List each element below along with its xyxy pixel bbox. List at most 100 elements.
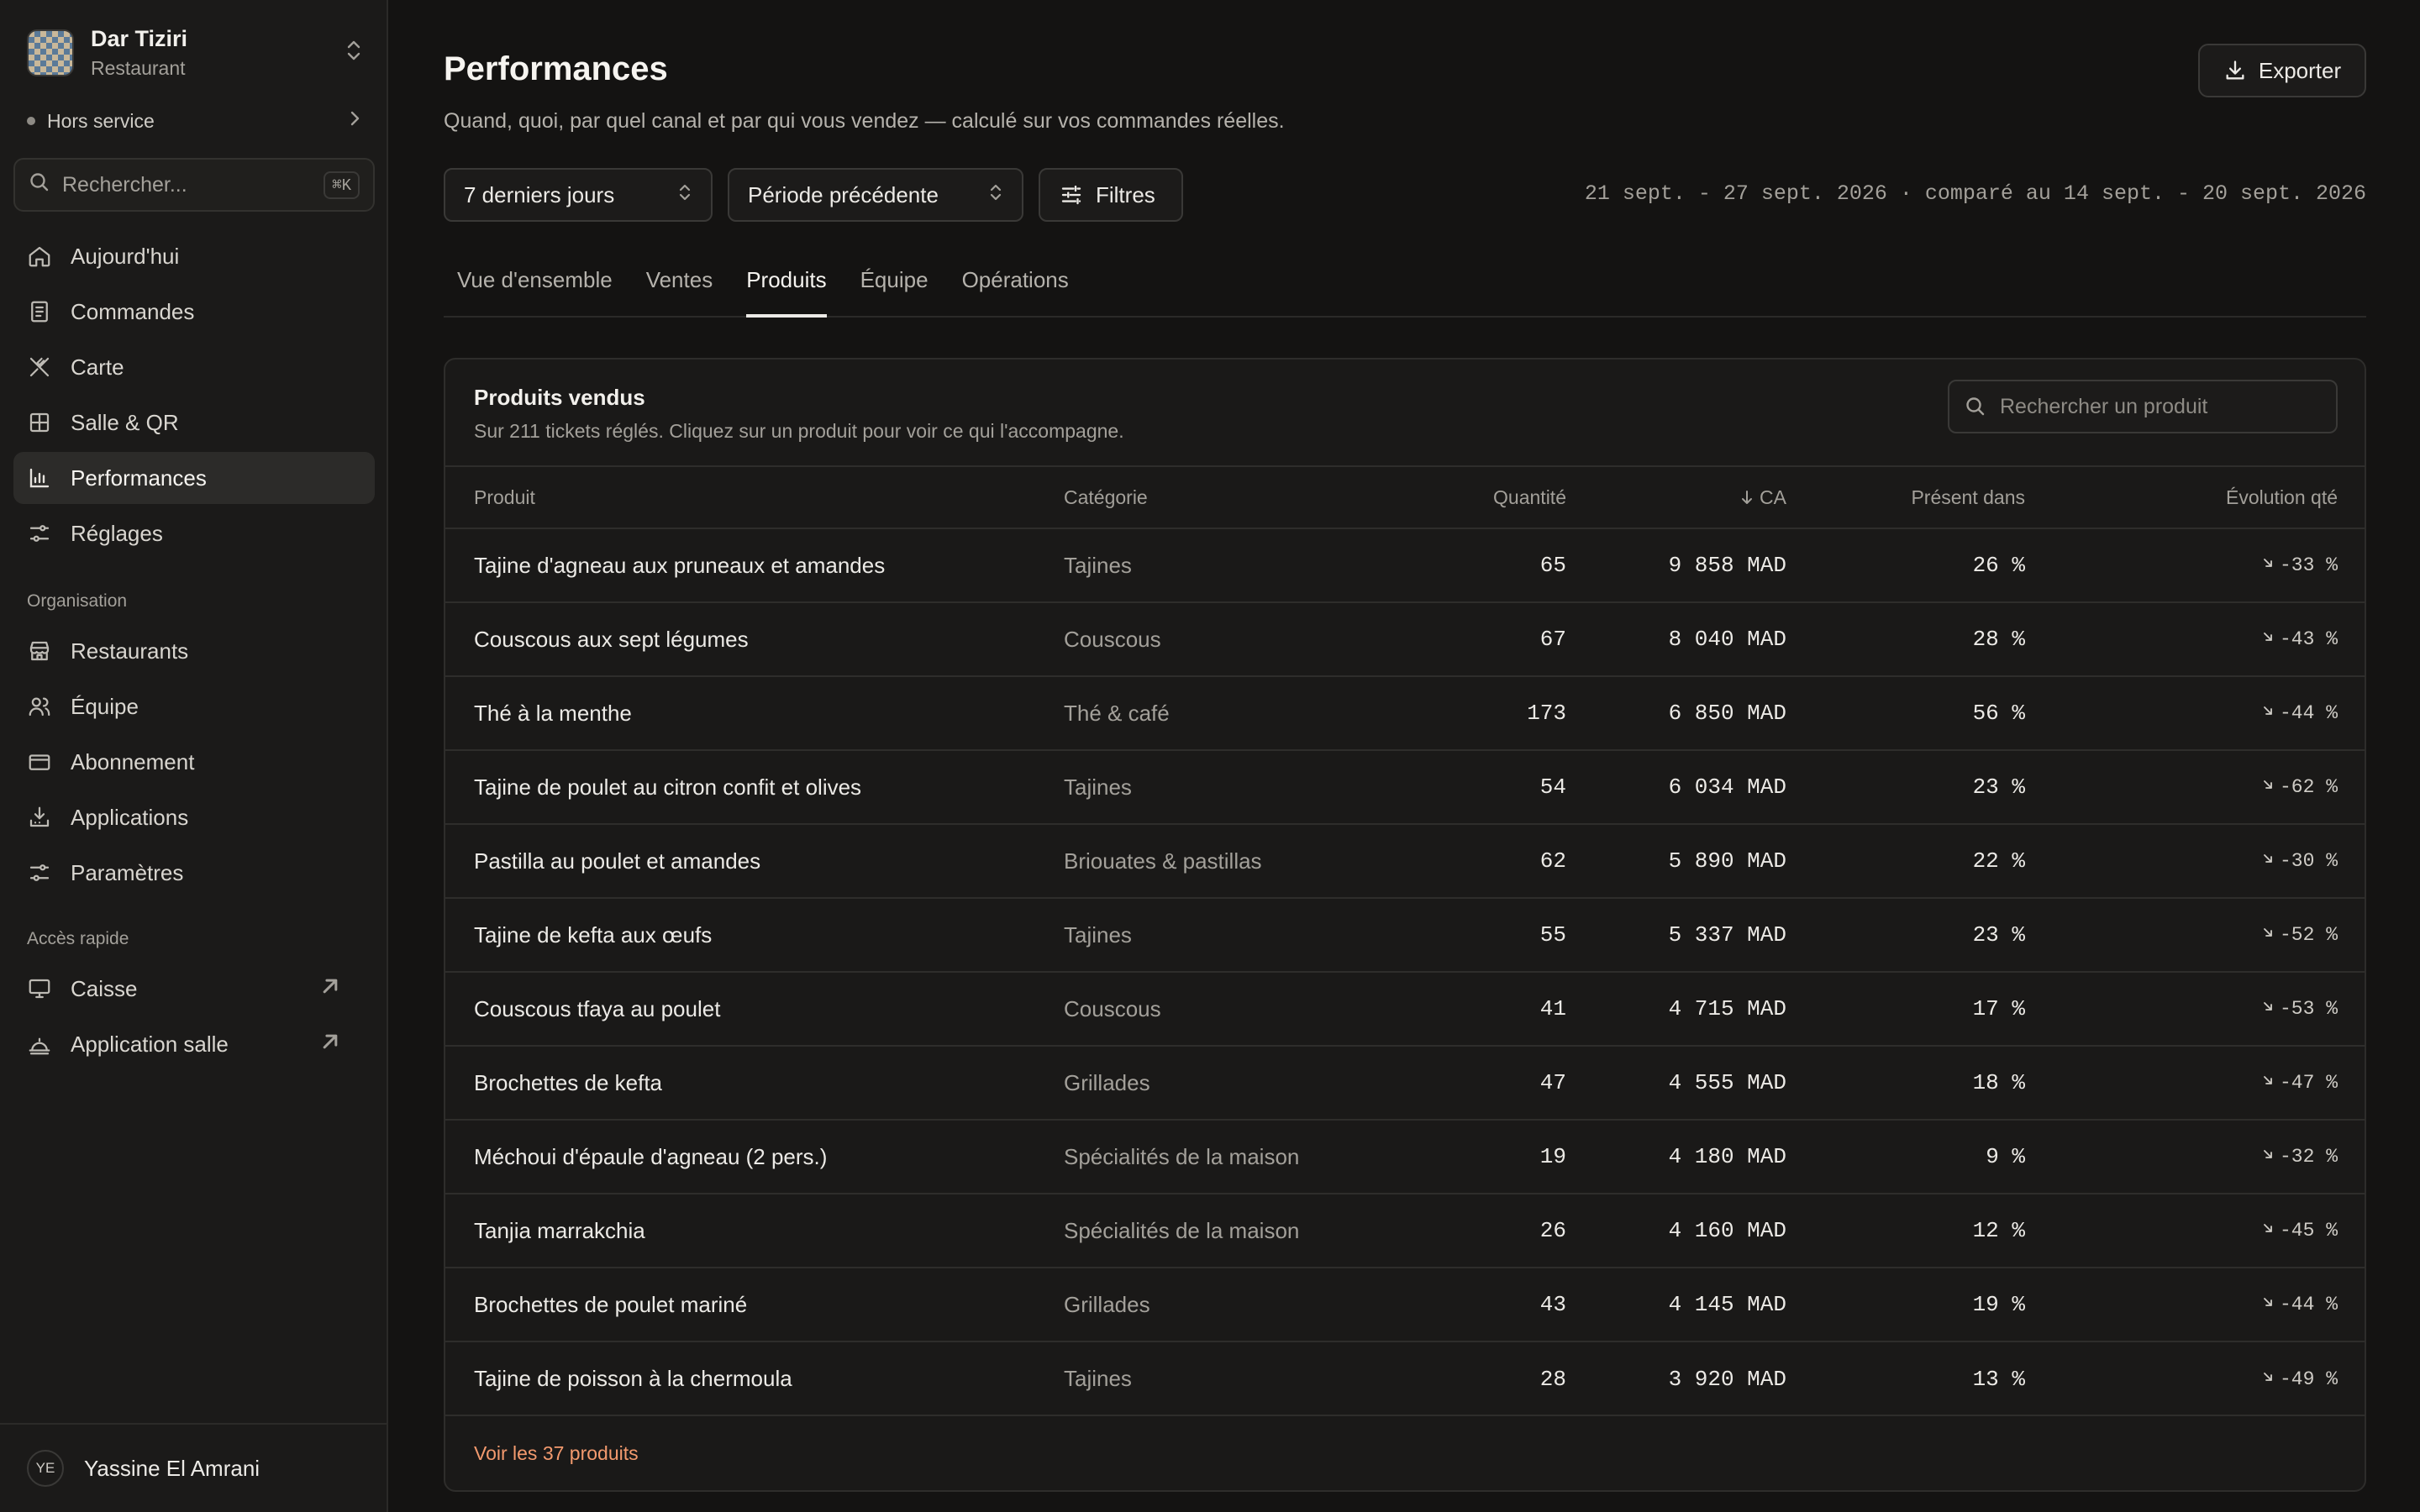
column-header-presence[interactable]: Présent dans [1786,466,2025,528]
sidebar-item-label: Carte [71,354,124,380]
evolution-value: -62 % [2279,776,2338,798]
product-category: Spécialités de la maison [1064,1217,1300,1243]
product-quantity: 28 [1539,1366,1566,1392]
product-revenue: 5 890 MAD [1668,848,1786,874]
product-category: Thé & café [1064,700,1170,726]
column-header-quantity[interactable]: Quantité [1383,466,1566,528]
product-name: Couscous aux sept légumes [474,626,749,652]
tab-overview[interactable]: Vue d'ensemble [444,260,626,316]
product-name: Méchoui d'épaule d'agneau (2 pers.) [474,1143,828,1169]
sidebar-item-team[interactable]: Équipe [13,680,375,732]
table-row[interactable]: Couscous tfaya au poulet Couscous 41 4 715 … [445,972,2365,1046]
product-evolution: -44 % [2025,676,2365,750]
product-revenue: 6 850 MAD [1668,701,1786,726]
quick-access-nav: Caisse Application salle [13,963,375,1074]
product-revenue: 4 555 MAD [1668,1070,1786,1095]
evolution-value: -33 % [2279,554,2338,576]
table-row[interactable]: Couscous aux sept légumes Couscous 67 8 040… [445,602,2365,676]
product-category: Grillades [1064,1069,1150,1095]
column-header-evolution[interactable]: Évolution qté [2025,466,2365,528]
settings-icon [29,864,50,881]
table-row[interactable]: Méchoui d'épaule d'agneau (2 pers.) Spéci… [445,1120,2365,1194]
products-table: Produit Catégorie Quantité CA Présent da… [445,465,2365,1415]
card-subtitle: Sur 211 tickets réglés. Cliquez sur un p… [474,420,1124,442]
table-row[interactable]: Tajine d'agneau aux pruneaux et amandes T… [445,528,2365,602]
status-dot [27,117,35,125]
arrow-down-right-icon [2264,1224,2272,1232]
tab-sales[interactable]: Ventes [633,260,727,316]
sidebar-item-label: Restaurants [71,638,189,664]
product-name: Brochettes de kefta [474,1069,663,1095]
tab-team[interactable]: Équipe [847,260,942,316]
table-row[interactable]: Pastilla au poulet et amandes Briouates &… [445,824,2365,898]
avatar: YE [27,1450,64,1487]
evolution-value: -43 % [2279,628,2338,650]
table-row[interactable]: Tanjia marrakchia Spécialités de la maiso… [445,1194,2365,1268]
table-header-row: Produit Catégorie Quantité CA Présent da… [445,466,2365,528]
table-row[interactable]: Tajine de kefta aux œufs Tajines 55 5 337 M… [445,898,2365,972]
product-revenue: 9 858 MAD [1668,553,1786,578]
arrow-down-icon [1742,490,1753,504]
product-quantity: 67 [1539,627,1566,652]
sidebar-item-performances[interactable]: Performances [13,452,375,504]
sidebar-item-label: Commandes [71,298,195,324]
download-icon [2226,60,2244,80]
product-presence: 18 % [1972,1070,2025,1095]
compare-select[interactable]: Période précédente [728,168,1023,222]
page-title: Performances [444,50,668,87]
user-name: Yassine El Amrani [84,1455,260,1481]
tab-operations[interactable]: Opérations [949,260,1082,316]
utensils-icon [29,357,50,377]
product-revenue: 3 920 MAD [1668,1366,1786,1392]
evolution-value: -52 % [2279,924,2338,946]
sidebar-item-settings-restaurant[interactable]: Réglages [13,507,375,559]
sidebar-item-label: Salle & QR [71,409,179,435]
sidebar-item-room-qr[interactable]: Salle & QR [13,396,375,449]
filters-button[interactable]: Filtres [1039,168,1183,222]
table-row[interactable]: Thé à la menthe Thé & café 173 6 850 MAD 56 … [445,676,2365,750]
product-category: Couscous [1064,626,1161,652]
sidebar-item-restaurants[interactable]: Restaurants [13,625,375,677]
see-all-products-link[interactable]: Voir les 37 produits [474,1442,639,1465]
sidebar-item-subscription[interactable]: Abonnement [13,736,375,788]
export-button[interactable]: Exporter [2198,44,2366,97]
sidebar-item-room-app[interactable]: Application salle [13,1018,375,1070]
column-header-product[interactable]: Produit [445,466,1064,528]
arrow-down-right-icon [2264,633,2272,641]
sidebar-item-orders[interactable]: Commandes [13,286,375,338]
column-header-revenue[interactable]: CA [1566,466,1786,528]
product-presence: 23 % [1972,922,2025,948]
product-presence: 17 % [1972,996,2025,1021]
product-search-input[interactable]: Rechercher un produit [1948,380,2338,433]
product-presence: 22 % [1972,848,2025,874]
arrow-down-right-icon [2264,1076,2272,1084]
compare-value: Période précédente [748,181,939,207]
sidebar-item-applications[interactable]: Applications [13,791,375,843]
home-icon [29,246,50,267]
product-name: Brochettes de poulet mariné [474,1291,748,1317]
tab-products[interactable]: Produits [733,260,839,318]
organisation-nav: Restaurants Équipe Abonnement Applicatio… [13,625,375,902]
sidebar-item-menu[interactable]: Carte [13,341,375,393]
table-row[interactable]: Brochettes de poulet mariné Grillades 43 4 … [445,1268,2365,1341]
product-name: Tajine de poisson à la chermoula [474,1366,792,1391]
product-presence: 26 % [1972,553,2025,578]
sidebar-search[interactable]: Rechercher... ⌘K [13,158,375,212]
sidebar-item-today[interactable]: Aujourd'hui [13,230,375,282]
sidebar-item-parameters[interactable]: Paramètres [13,847,375,899]
table-row[interactable]: Tajine de poulet au citron confit et oli… [445,750,2365,824]
shortcut-hint: ⌘K [324,171,360,199]
table-row[interactable]: Brochettes de kefta Grillades 47 4 555 MAD 1… [445,1046,2365,1120]
sidebar-item-pos[interactable]: Caisse [13,963,375,1015]
column-header-category[interactable]: Catégorie [1064,466,1383,528]
quick-access-section-label: Accès rapide [27,929,129,948]
arrow-down-right-icon [2264,780,2272,789]
period-select[interactable]: 7 derniers jours [444,168,713,222]
product-evolution: -45 % [2025,1194,2365,1268]
table-row[interactable]: Tajine de poisson à la chermoula Tajines 2… [445,1341,2365,1415]
user-menu[interactable]: YE Yassine El Amrani [0,1423,387,1512]
workspace-switcher[interactable]: Dar Tiziri Restaurant [27,26,363,79]
product-quantity: 19 [1539,1144,1566,1169]
service-status[interactable]: Hors service [27,104,363,138]
product-presence: 12 % [1972,1218,2025,1243]
